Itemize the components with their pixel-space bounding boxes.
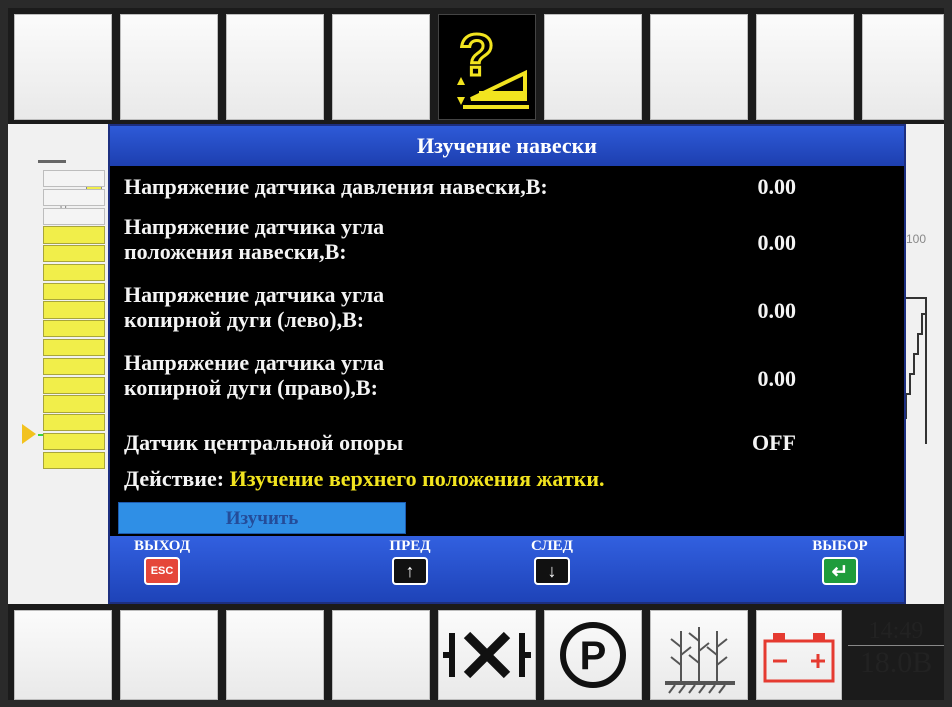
prev-softkey-label: ПРЕД (389, 538, 431, 554)
gauge-segment (43, 339, 105, 357)
display-screen: ? 0 100 Изучение навески (8, 8, 944, 700)
center-support-label: Датчик центральной опоры (124, 430, 404, 455)
softkey-bar: ВЫХОД ESC ПРЕД ↑ СЛЕД ↓ ВЫБОР ↵ (110, 536, 904, 602)
help-header-icon: ? (457, 22, 529, 109)
top-button-9[interactable] (862, 14, 944, 120)
gauge-segment (43, 188, 105, 206)
battery-voltage: 18.0В (848, 645, 944, 680)
select-softkey[interactable]: ВЫБОР ↵ (800, 538, 880, 585)
action-label: Действие: (124, 466, 225, 491)
gauge-max-label: 100 (906, 232, 927, 246)
right-arc-value: 0.00 (757, 366, 797, 391)
gauge-segment (43, 451, 105, 469)
bottom-button-4[interactable] (332, 610, 430, 700)
left-arc-label-line2: копирной дуги (лево),В: (124, 307, 365, 332)
exit-softkey-label: ВЫХОД (133, 538, 191, 554)
dialog-title: Изучение навески (110, 126, 904, 166)
action-value: Изучение верхнего положения жатки. (229, 466, 605, 491)
left-arc-value: 0.00 (757, 298, 797, 323)
battery-button[interactable] (756, 610, 842, 700)
next-softkey-label: СЛЕД (531, 538, 573, 554)
gauge-segment (43, 282, 105, 300)
gauge-segment (43, 245, 105, 263)
svg-text:P: P (580, 634, 607, 678)
bottom-button-1[interactable] (14, 610, 112, 700)
pressure-sensor-value: 0.00 (757, 174, 797, 199)
top-button-4[interactable] (332, 14, 430, 120)
hitch-angle-row: Напряжение датчика угла положения навеск… (124, 214, 796, 270)
status-panel: 14:49 18.0В (848, 616, 944, 700)
level-indicator-bar (38, 160, 66, 163)
gauge-segment (43, 301, 105, 319)
right-arc-label-line2: копирной дуги (право),В: (124, 375, 378, 400)
gauge-segment (43, 414, 105, 432)
select-softkey-label: ВЫБОР (812, 538, 868, 554)
float-button[interactable] (438, 610, 536, 700)
gauge-segment (43, 395, 105, 413)
left-arc-angle-row: Напряжение датчика угла копирной дуги (л… (124, 282, 796, 338)
height-gauge (43, 170, 105, 471)
center-support-value: OFF (752, 430, 796, 455)
next-softkey[interactable]: СЛЕД ↓ (522, 538, 582, 585)
gauge-segment (43, 170, 105, 188)
top-button-3[interactable] (226, 14, 324, 120)
left-arc-label-line1: Напряжение датчика угла (124, 282, 385, 307)
help-header-button[interactable]: ? (438, 14, 536, 120)
battery-icon (763, 633, 835, 683)
enter-icon: ↵ (822, 557, 858, 585)
pressure-sensor-label: Напряжение датчика давления навески,В: (124, 174, 548, 199)
gauge-segment (43, 226, 105, 244)
parking-brake-button[interactable]: P (544, 610, 642, 700)
top-button-1[interactable] (14, 14, 112, 120)
arrow-down-icon: ↓ (534, 557, 570, 585)
gauge-segment (43, 263, 105, 282)
crop-field-button[interactable] (650, 610, 748, 700)
bottom-button-2[interactable] (120, 610, 218, 700)
gauge-segment (43, 376, 105, 394)
action-row: Действие: Изучение верхнего положения жа… (124, 466, 884, 491)
right-arc-label-line1: Напряжение датчика угла (124, 350, 385, 375)
prev-softkey[interactable]: ПРЕД ↑ (380, 538, 440, 585)
crop-field-icon (665, 627, 735, 694)
top-button-2[interactable] (120, 14, 218, 120)
right-arc-angle-row: Напряжение датчика угла копирной дуги (п… (124, 350, 796, 406)
hitch-angle-label-line2: положения навески,В: (124, 239, 347, 264)
bottom-button-bar: P (8, 604, 944, 700)
arrow-up-icon: ↑ (392, 557, 428, 585)
learn-button[interactable]: Изучить (118, 502, 406, 534)
svg-text:?: ? (459, 23, 494, 88)
float-icon (443, 631, 531, 679)
esc-key-icon: ESC (144, 557, 180, 585)
gauge-pointer-icon (22, 424, 36, 444)
gauge-segment (43, 207, 105, 225)
top-button-bar: ? (8, 8, 944, 124)
hitch-angle-value: 0.00 (757, 230, 797, 255)
exit-softkey[interactable]: ВЫХОД ESC (132, 538, 192, 585)
gauge-segment (43, 432, 105, 451)
clock-time: 14:49 (868, 618, 924, 644)
hitch-angle-label-line1: Напряжение датчика угла (124, 214, 385, 239)
pressure-sensor-row: Напряжение датчика давления навески,В: 0… (124, 174, 796, 199)
gauge-segment (43, 320, 105, 338)
top-button-6[interactable] (544, 14, 642, 120)
center-support-row: Датчик центральной опоры OFF (124, 430, 796, 455)
top-button-8[interactable] (756, 14, 854, 120)
top-button-7[interactable] (650, 14, 748, 120)
hitch-learning-dialog: Изучение навески Напряжение датчика давл… (108, 124, 906, 604)
bottom-button-3[interactable] (226, 610, 324, 700)
gauge-segment (43, 357, 105, 375)
parking-brake-icon: P (560, 622, 626, 688)
